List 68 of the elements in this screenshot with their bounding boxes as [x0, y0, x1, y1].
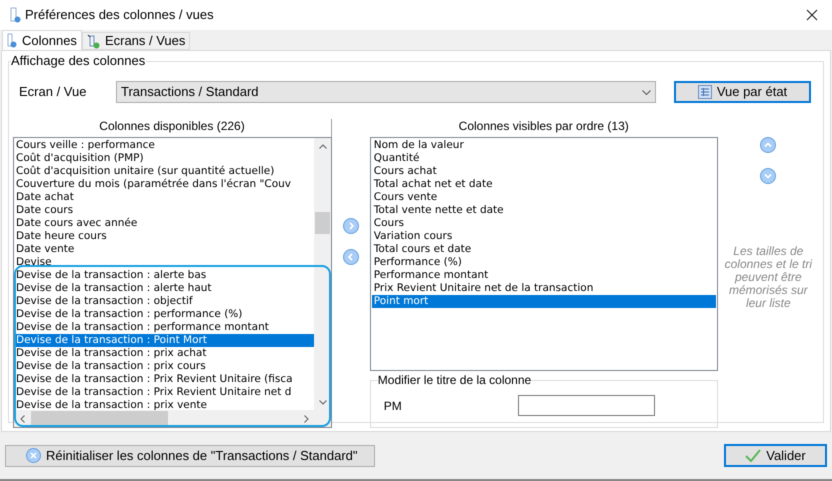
window-title: Préférences des colonnes / vues	[25, 6, 214, 24]
visible-columns-list[interactable]	[370, 137, 718, 371]
column-title-field[interactable]	[518, 395, 655, 416]
list-item[interactable]: Devise de la transaction : prix cours	[14, 360, 314, 373]
list-item[interactable]: Devise de la transaction : Prix Revient Unitaire net d	[14, 386, 314, 399]
vertical-scrollbar[interactable]	[314, 138, 332, 410]
scrollbar-thumb[interactable]	[31, 411, 168, 426]
list-item[interactable]: Couverture du mois (paramétrée dans l'écran "Couv	[14, 178, 314, 191]
move-up-icon[interactable]	[760, 137, 776, 153]
scroll-right-icon[interactable]	[304, 414, 310, 422]
list-item[interactable]: Variation cours	[372, 230, 716, 243]
field-label: Ecran / Vue	[19, 83, 88, 102]
document-icon	[10, 7, 22, 23]
move-down-icon[interactable]	[760, 168, 776, 184]
list-item[interactable]: Nom de la valeur	[372, 139, 716, 152]
list-item[interactable]: Total achat net et date	[372, 178, 716, 191]
group-title: Affichage des colonnes	[11, 53, 146, 69]
group-title: Modifier le titre de la colonne	[378, 373, 532, 387]
document-add-icon	[86, 34, 101, 48]
scrollbar-thumb[interactable]	[315, 212, 330, 234]
list-item[interactable]: Cours	[372, 217, 716, 230]
list-item[interactable]: Total cours et date	[372, 243, 716, 256]
list-item[interactable]: Devise de la transaction : prix vente	[14, 399, 314, 410]
reset-button[interactable]: Réinitialiser les colonnes de "Transactions / Standard"	[5, 444, 375, 466]
list-item[interactable]: Devise de la transaction : alerte bas	[14, 269, 314, 282]
list-item[interactable]: Date heure cours	[14, 230, 314, 243]
list-item[interactable]: Devise	[14, 256, 314, 269]
list-item[interactable]: Date cours avec année	[14, 217, 314, 230]
list-item[interactable]: Date vente	[14, 243, 314, 256]
scroll-down-icon[interactable]	[318, 400, 327, 405]
list-item[interactable]: Point mort	[372, 295, 716, 308]
available-columns-list[interactable]	[13, 137, 332, 428]
list-header: Colonnes disponibles (226)	[99, 119, 245, 133]
hint-text: Les tailles de colonnes et le tri peuvent être mémorisés sur leur liste	[724, 245, 814, 310]
list-item[interactable]: Performance (%)	[372, 256, 716, 269]
list-item[interactable]: Performance montant	[372, 269, 716, 282]
document-icon	[7, 33, 18, 48]
list-item[interactable]: Coût d'acquisition (PMP)	[14, 152, 314, 165]
list-item[interactable]: Cours achat	[372, 165, 716, 178]
state-view-button[interactable]: Vue par état	[674, 81, 811, 103]
close-icon[interactable]	[806, 9, 818, 21]
list-item[interactable]: Quantité	[372, 152, 716, 165]
list-item[interactable]: Cours veille : performance	[14, 139, 314, 152]
list-item[interactable]: Total vente nette et date	[372, 204, 716, 217]
tab[interactable]: Ecrans / Vues	[82, 32, 190, 50]
scroll-up-icon[interactable]	[318, 144, 327, 149]
caret-icon	[642, 90, 651, 94]
scroll-left-icon[interactable]	[20, 414, 25, 422]
tab[interactable]: Colonnes	[2, 30, 82, 50]
view-dropdown[interactable]: Transactions / Standard	[116, 81, 656, 103]
list-item[interactable]: Devise de la transaction : alerte haut	[14, 282, 314, 295]
table-icon	[698, 85, 712, 99]
list-item[interactable]: Devise de la transaction : Point Mort	[14, 334, 314, 347]
validate-button[interactable]: Valider	[724, 444, 827, 467]
list-item[interactable]: Devise de la transaction : Prix Revient Unitaire (fisca	[14, 373, 314, 386]
list-item[interactable]: Cours vente	[372, 191, 716, 204]
field-label: PM	[384, 398, 403, 414]
list-item[interactable]: Date achat	[14, 191, 314, 204]
list-item[interactable]: Date cours	[14, 204, 314, 217]
list-item[interactable]: Devise de la transaction : performance montant	[14, 321, 314, 334]
list-item[interactable]: Prix Revient Unitaire net de la transaction	[372, 282, 716, 295]
list-item[interactable]: Devise de la transaction : prix achat	[14, 347, 314, 360]
list-header: Colonnes visibles par ordre (13)	[458, 119, 629, 133]
check-icon	[745, 449, 762, 462]
list-item[interactable]: Coût d'acquisition unitaire (sur quantité actuelle)	[14, 165, 314, 178]
list-item[interactable]: Devise de la transaction : objectif	[14, 295, 314, 308]
clear-icon	[26, 448, 41, 463]
list-item[interactable]: Devise de la transaction : performance (%)	[14, 308, 314, 321]
